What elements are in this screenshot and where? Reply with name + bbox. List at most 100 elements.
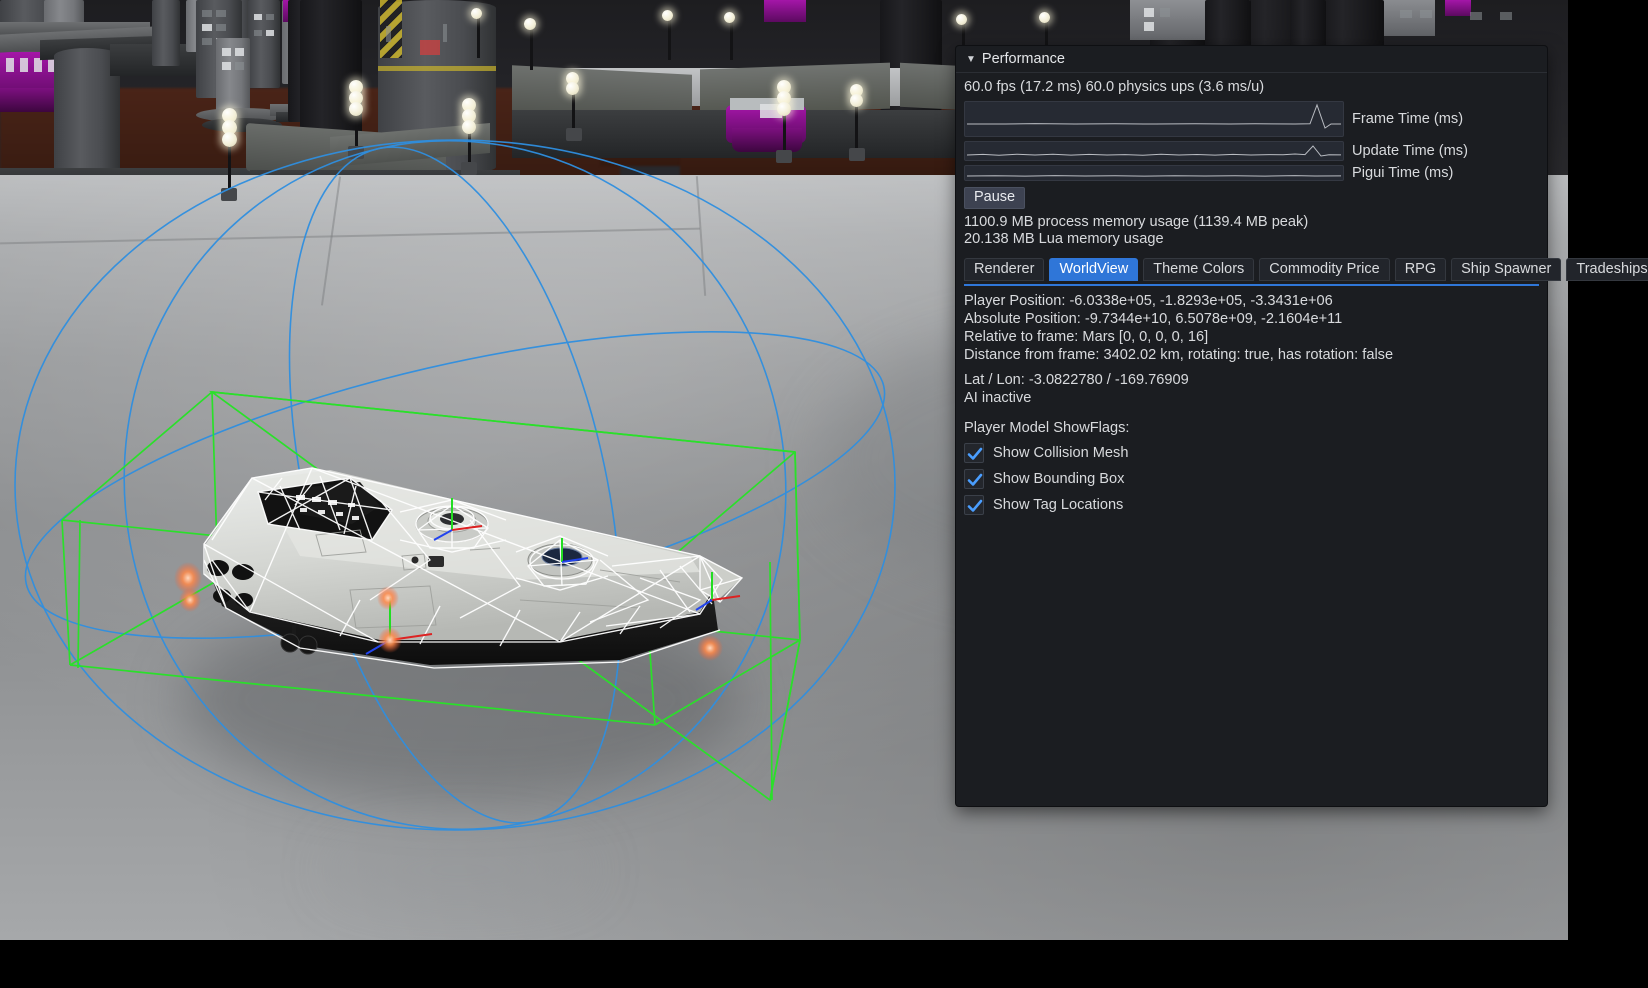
pigui-time-graph [964,164,1344,181]
flag-row-tag-locations[interactable]: Show Tag Locations [964,494,1539,515]
purple-structure [732,128,802,152]
tab-commodity-price[interactable]: Commodity Price [1259,257,1390,281]
lua-memory-readout: 20.138 MB Lua memory usage [964,231,1164,247]
panel-title-bar[interactable]: ▼ Performance [956,46,1547,73]
window-light [202,38,212,45]
process-memory-readout: 1100.9 MB process memory usage (1139.4 M… [964,213,1309,230]
pole-base [566,128,582,141]
purple-structure [1445,0,1471,16]
window-light [254,14,262,20]
graph-row-update-time: Update Time (ms) [964,140,1539,161]
tab-worldview[interactable]: WorldView [1049,257,1139,281]
pole-lamp [524,18,536,30]
label-show-tag-locations: Show Tag Locations [993,496,1124,513]
window-light [222,62,231,70]
update-time-label: Update Time (ms) [1352,142,1468,159]
distance-frame-readout: Distance from frame: 3402.02 km, rotatin… [964,346,1394,363]
pole-lamp [956,14,967,25]
window-light [235,62,244,70]
pole-lamp [1039,12,1050,23]
tab-theme-colors[interactable]: Theme Colors [1143,257,1255,281]
checkmark-icon [967,447,983,460]
pole-lamp [566,82,579,95]
window-light [1420,10,1432,18]
warning-sign [420,40,440,55]
window-light [1144,22,1154,31]
column-band [378,66,496,71]
pole-lamp [471,8,482,19]
window-light [216,10,226,17]
pole-lamp [777,102,791,116]
window-light [1500,12,1512,20]
checkbox-show-tag-locations[interactable] [964,494,984,515]
window-light [1144,8,1154,17]
tab-rpg[interactable]: RPG [1394,257,1447,281]
pole-lamp [724,12,735,23]
label-show-bounding-box: Show Bounding Box [993,470,1125,487]
background-tower [152,0,180,66]
frame-time-label: Frame Time (ms) [1352,110,1464,127]
performance-panel[interactable]: ▼ Performance 60.0 fps (17.2 ms) 60.0 phy… [956,46,1648,806]
graph-row-pigui-time: Pigui Time (ms) [964,164,1539,181]
pole-lamp [662,10,673,21]
tarmac-shading [180,600,740,800]
showflags-heading: Player Model ShowFlags: [964,419,1130,436]
pole-base [221,188,237,201]
pole-lamp [850,94,863,107]
pole-base [348,146,364,159]
window-light [266,14,274,20]
checkmark-icon [967,473,983,486]
update-time-graph [964,140,1344,161]
checkmark-icon [967,499,983,512]
window-light [1160,8,1170,17]
window-light [1400,10,1412,18]
pigui-time-label: Pigui Time (ms) [1352,164,1454,181]
tarmac-shading [330,840,590,900]
ai-state-readout: AI inactive [964,389,1032,406]
checkbox-show-collision-mesh[interactable] [964,442,984,463]
pause-button[interactable]: Pause [964,186,1026,209]
tab-tradeships[interactable]: Tradeships [1566,257,1648,281]
hazard-stripe [380,0,402,58]
pole-base [849,148,865,161]
window-light [20,58,28,72]
app-root: ▼ Performance 60.0 fps (17.2 ms) 60.0 phy… [0,0,1648,988]
panel-title-text: Performance [981,51,1065,67]
label-show-collision-mesh: Show Collision Mesh [993,444,1129,461]
window-light [202,24,212,31]
window-light [254,30,262,36]
frame-time-graph [964,100,1344,137]
window-light [6,58,14,72]
fps-readout: 60.0 fps (17.2 ms) 60.0 physics ups (3.6… [964,79,1265,95]
worldview-tab-content: Player Position: -6.0338e+05, -1.8293e+0… [964,286,1539,515]
panel-body: 60.0 fps (17.2 ms) 60.0 physics ups (3.6… [956,73,1648,515]
triangle-down-icon[interactable]: ▼ [966,46,976,73]
pole-base [776,150,792,163]
pole-base [461,162,477,175]
background-tower [248,0,280,88]
debug-tab-bar[interactable]: Renderer WorldView Theme Colors Commodit… [964,257,1648,286]
window-light [202,10,212,17]
window-light [235,48,244,56]
graph-row-frame-time: Frame Time (ms) [964,100,1539,137]
checkbox-show-bounding-box[interactable] [964,468,984,489]
tab-renderer[interactable]: Renderer [964,257,1045,281]
player-position-readout: Player Position: -6.0338e+05, -1.8293e+0… [964,292,1333,309]
relative-frame-readout: Relative to frame: Mars [0, 0, 0, 0, 16] [964,328,1209,345]
flag-row-bounding-box[interactable]: Show Bounding Box [964,468,1539,489]
tab-ship-spawner[interactable]: Ship Spawner [1451,257,1562,281]
window-light [266,30,274,36]
flag-row-collision-mesh[interactable]: Show Collision Mesh [964,442,1539,463]
purple-structure [764,0,806,22]
window-light [1470,12,1482,20]
window-light [222,48,231,56]
absolute-position-readout: Absolute Position: -9.7344e+10, 6.5078e+… [964,310,1343,327]
window-light [443,24,447,42]
pole-lamp [462,120,476,134]
lat-lon-readout: Lat / Lon: -3.0822780 / -169.76909 [964,371,1189,388]
window-light [34,58,42,72]
pole-lamp [222,132,237,147]
window-light [216,24,226,31]
pole-lamp [349,102,363,116]
